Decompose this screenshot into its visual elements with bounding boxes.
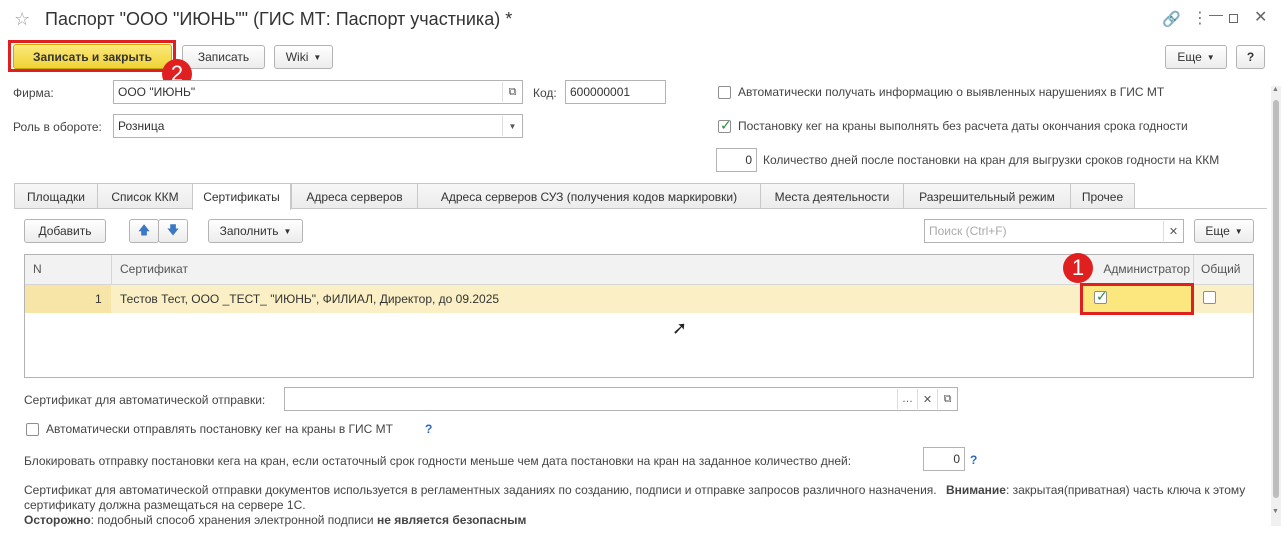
open-icon[interactable]: ⧉ [937,389,957,409]
auto-keg-label: Автоматически отправлять постановку кег … [46,422,394,436]
tab-permissive-mode[interactable]: Разрешительный режим [903,183,1071,209]
dropdown-arrow-icon[interactable]: ▼ [502,116,522,136]
search-input[interactable]: Поиск (Ctrl+F) ✕ [924,219,1184,243]
kod-label: Код: [533,86,557,100]
help-button[interactable]: ? [1236,45,1265,69]
fill-label: Заполнить [219,224,279,238]
chevron-down-icon: ▼ [283,226,292,236]
admin-checkbox[interactable]: ✓ [1094,288,1108,304]
auto-cert-label: Сертификат для автоматической отправки: [24,393,266,407]
auto-cert-field[interactable]: … ✕ ⧉ [284,387,958,411]
menu-icon[interactable]: ⋮ [1192,8,1208,28]
clear-search-icon[interactable]: ✕ [1163,221,1183,241]
keg-no-expiry-label: Постановку кег на краны выполнять без ра… [738,119,1188,133]
save-button[interactable]: Записать [182,45,265,69]
wiki-label: Wiki [285,50,309,64]
block-help[interactable]: ? [970,453,977,467]
tab-suz-addresses[interactable]: Адреса серверов СУЗ (получения кодов мар… [417,183,761,209]
scroll-down-icon[interactable]: ▼ [1272,508,1279,515]
kod-field[interactable]: 600000001 [565,80,666,104]
col-admin-header[interactable]: Администратор [1103,262,1190,276]
chevron-down-icon: ▼ [1234,226,1243,236]
col-n-header[interactable]: N [33,262,42,276]
auto-violations-label: Автоматически получать информацию о выяв… [738,85,1165,99]
days-label: Количество дней после постановки на кран… [763,153,1220,167]
col-cert-header[interactable]: Сертификат [120,262,188,276]
tab-activity-places[interactable]: Места деятельности [760,183,904,209]
add-button[interactable]: Добавить [24,219,106,243]
block-label: Блокировать отправку постановки кега на … [24,454,852,468]
info-not-safe: не является безопасным [376,513,527,527]
row-certificate: Тестов Тест, ООО _ТЕСТ_ "ИЮНЬ", ФИЛИАЛ, … [120,292,500,306]
tab-ploshchadki[interactable]: Площадки [14,183,98,209]
check-icon: ✓ [1096,288,1108,304]
tab-certificates[interactable]: Сертификаты [192,183,291,210]
row-number: 1 [95,292,102,306]
firma-field[interactable]: ООО "ИЮНЬ" ⧉ [113,80,523,104]
days-input[interactable]: 0 [716,148,757,172]
arrow-down-icon: 🡇 [166,222,180,237]
select-ellipsis-icon[interactable]: … [897,389,917,409]
role-label: Роль в обороте: [13,120,102,134]
scroll-thumb[interactable] [1273,100,1279,498]
role-select[interactable]: Розница ▼ [113,114,523,138]
link-icon[interactable]: 🔗 [1162,10,1181,28]
minimize-icon[interactable]: — [1209,6,1223,22]
fill-button[interactable]: Заполнить ▼ [208,219,303,243]
step-marker-1: 1 [1063,253,1093,283]
days-value: 0 [745,153,752,167]
check-icon: ✓ [720,117,732,133]
info-text-3: : подобный способ хранения электронной п… [90,513,374,527]
favorite-star-icon[interactable]: ☆ [14,9,30,30]
auto-violations-checkbox[interactable] [718,86,731,99]
chevron-down-icon: ▼ [1206,52,1215,62]
more-label: Еще [1177,50,1202,64]
tab-other[interactable]: Прочее [1070,183,1135,209]
kod-value: 600000001 [570,85,631,99]
table-more-label: Еще [1205,224,1230,238]
col-divider [1193,255,1194,284]
move-down-button[interactable]: 🡇 [158,219,188,243]
auto-keg-help[interactable]: ? [425,422,432,436]
firma-label: Фирма: [13,86,54,100]
info-attention: Внимание [945,483,1006,497]
info-careful: Осторожно [24,513,91,527]
table-more-button[interactable]: Еще ▼ [1194,219,1254,243]
scrollbar[interactable]: ▲ ▼ [1271,86,1281,526]
firma-value: ООО "ИЮНЬ" [118,85,196,99]
clear-icon[interactable]: ✕ [917,389,937,409]
col-common-header[interactable]: Общий [1201,262,1241,276]
maximize-icon[interactable] [1229,14,1238,23]
info-text: Сертификат для автоматической отправки д… [24,483,1256,528]
wiki-button[interactable]: Wiki ▼ [274,45,333,69]
auto-keg-checkbox[interactable] [26,423,39,436]
col-divider [111,255,112,284]
scroll-up-icon[interactable]: ▲ [1272,86,1279,93]
tab-server-addresses[interactable]: Адреса серверов [291,183,418,209]
chevron-down-icon: ▼ [313,52,322,62]
info-text-1: Сертификат для автоматической отправки д… [24,483,937,497]
block-days-input[interactable]: 0 [923,447,965,471]
keg-no-expiry-checkbox[interactable]: ✓ [718,117,732,133]
mouse-cursor-icon: ➚ [672,318,688,338]
role-value: Розница [118,119,165,133]
window-title: Паспорт "ООО "ИЮНЬ"" (ГИС МТ: Паспорт уч… [45,9,513,29]
arrow-up-icon: 🡅 [137,222,151,237]
search-placeholder: Поиск (Ctrl+F) [929,224,1007,238]
move-up-button[interactable]: 🡅 [129,219,159,243]
close-icon[interactable]: ✕ [1254,7,1267,27]
col-admin-header-clip: Администратор [1094,262,1190,276]
tab-kkm[interactable]: Список ККМ [97,183,193,209]
save-and-close-button[interactable]: Записать и закрыть [13,44,172,69]
block-days-value: 0 [953,452,960,466]
open-icon[interactable]: ⧉ [502,82,522,102]
common-checkbox[interactable] [1203,291,1216,304]
more-button[interactable]: Еще ▼ [1165,45,1227,69]
